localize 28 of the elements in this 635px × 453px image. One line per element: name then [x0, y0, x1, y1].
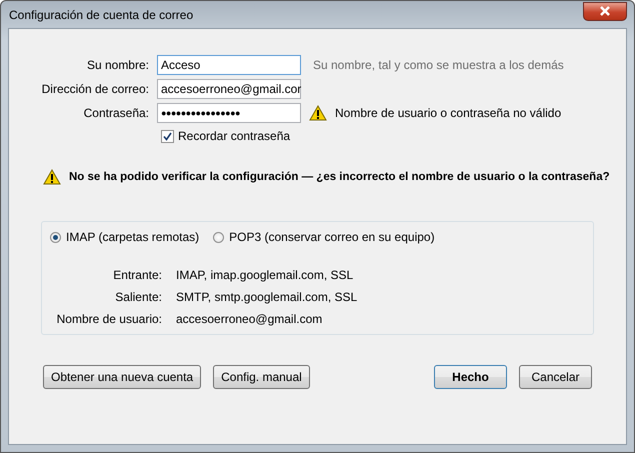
detail-value: accesoerroneo@gmail.com	[176, 312, 324, 326]
warning-icon	[309, 105, 327, 121]
detail-label: Saliente:	[114, 290, 162, 304]
done-button[interactable]: Hecho	[434, 365, 507, 389]
detail-label: Nombre de usuario:	[56, 312, 162, 326]
warning-icon	[43, 169, 61, 185]
window-title: Configuración de cuenta de correo	[8, 8, 194, 22]
error-message: No se ha podido verificar la configuración — ¿es incorrecto el nombre de usuario o la contraseña?	[69, 171, 610, 183]
checkbox-label: Recordar contraseña	[178, 129, 290, 143]
hint-text: Su nombre, tal y como se muestra a los demás	[313, 58, 564, 72]
field-label: Dirección de correo:	[40, 82, 149, 96]
close-button[interactable]	[583, 2, 627, 20]
detail-label: Entrante:	[112, 268, 162, 282]
error-note: Nombre de usuario o contraseña no válido	[335, 106, 562, 120]
password-field[interactable]: ●●●●●●●●●●●●●●●●	[157, 103, 301, 123]
manual-config-button[interactable]: Config. manual	[213, 365, 310, 389]
field-label: Su nombre:	[86, 58, 149, 72]
email-field[interactable]: accesoerroneo@gmail.cor	[157, 79, 301, 99]
detail-value: SMTP, smtp.googlemail.com, SSL	[176, 290, 358, 304]
protocol-radio[interactable]: POP3 (conservar correo en su equipo)	[213, 230, 435, 244]
close-icon	[599, 6, 611, 16]
new-account-button[interactable]: Obtener una nueva cuenta	[43, 365, 202, 389]
detail-value: IMAP, imap.googlemail.com, SSL	[176, 268, 354, 282]
name-field[interactable]: Acceso	[157, 55, 301, 75]
checkbox[interactable]	[161, 130, 174, 142]
protocol-radio[interactable]: IMAP (carpetas remotas)	[50, 230, 200, 244]
field-label: Contraseña:	[82, 106, 149, 120]
cancel-button[interactable]: Cancelar	[519, 365, 592, 389]
